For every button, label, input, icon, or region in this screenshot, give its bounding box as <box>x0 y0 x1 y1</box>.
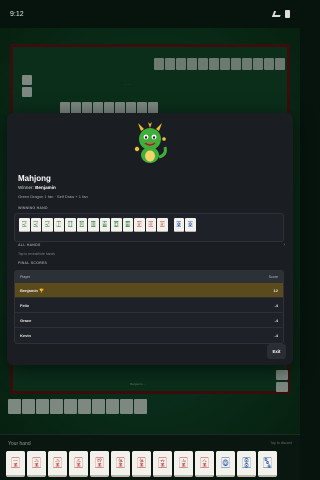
winning-hand-tile: 🀖 <box>99 218 110 232</box>
winning-hand-tiles: 🀐 🀐 🀐 🀑 🀓 🀔 🀕 🀖 🀗 🀘 🀅 🀅 🀅 🀙 🀙 <box>19 218 196 232</box>
winning-hand-tile: 🀔 <box>76 218 87 232</box>
player-name: Kevin <box>20 333 31 338</box>
player-column-header: Player <box>20 274 31 279</box>
right-player-tiles <box>276 370 288 392</box>
hand-tile[interactable]: 🀈 <box>27 451 46 477</box>
scores-header: Player Score <box>15 271 283 283</box>
table-row: Felix -4 <box>15 298 283 313</box>
chevron-right-icon[interactable]: › <box>283 242 285 248</box>
winning-hand-tile: 🀅 <box>145 218 156 232</box>
winner-name: Benjamin <box>35 185 56 190</box>
hand-tile[interactable]: 🀎 <box>195 451 214 477</box>
bottom-wall-tiles <box>8 399 147 414</box>
winning-hand-tile: 🀐 <box>42 218 53 232</box>
hand-tile[interactable]: 🀊 <box>90 451 109 477</box>
winning-hand-panel: 🀐 🀐 🀐 🀑 🀓 🀔 🀕 🀖 🀗 🀘 🀅 🀅 🀅 🀙 🀙 <box>14 213 284 242</box>
table-top-hint: ··· ··· <box>124 82 131 86</box>
winning-hand-tile: 🀘 <box>122 218 133 232</box>
winning-hand-tile: 🀓 <box>65 218 76 232</box>
table-bottom-hint: Benjamin ··· <box>130 382 147 386</box>
hand-tile[interactable]: 🀙 <box>216 451 235 477</box>
table-row: Kevin -4 <box>15 328 283 343</box>
player-name: Grace <box>20 317 32 323</box>
winning-hand-tile: 🀑 <box>53 218 64 232</box>
hand-tile[interactable]: 🀇 <box>6 451 25 477</box>
fan-breakdown: Green Dragon 1 fan · Self Draw + 1 fan <box>18 194 88 199</box>
player-hand-bar: Your hand Tap to discard 🀇 🀈 🀈 🀉 🀊 🀋 🀋 🀌 🀍 🀎 🀙 🀚 🀛 <box>0 434 300 480</box>
signal-icon <box>271 11 283 17</box>
winning-hand-tile: 🀅 <box>134 218 145 232</box>
winner-line: Winner: Benjamin <box>18 185 56 190</box>
hand-tile[interactable]: 🀚 <box>237 451 256 477</box>
player-score: 12 <box>273 287 278 293</box>
modal-title: Mahjong <box>18 174 51 183</box>
player-score: -4 <box>274 333 278 338</box>
hand-tile[interactable]: 🀛 <box>258 451 277 477</box>
left-player-tiles <box>22 75 32 97</box>
status-bar: 9:12 <box>0 0 300 28</box>
winning-hand-tile: 🀐 <box>19 218 30 232</box>
winning-hand-label: WINNING HAND <box>18 206 48 210</box>
winning-hand-tile: 🀅 <box>157 218 168 232</box>
hand-tiles: 🀇 🀈 🀈 🀉 🀊 🀋 🀋 🀌 🀍 🀎 🀙 🀚 🀛 <box>6 451 277 477</box>
player-score: -4 <box>274 317 278 323</box>
hand-tile[interactable]: 🀋 <box>111 451 130 477</box>
winning-hand-tile: 🀕 <box>88 218 99 232</box>
player-score: -4 <box>274 302 278 308</box>
table-center-hint: ··· ··· <box>130 96 137 100</box>
hand-tile[interactable]: 🀈 <box>48 451 67 477</box>
winning-hand-tile: 🀐 <box>30 218 41 232</box>
top-wall-tiles <box>154 58 285 70</box>
winning-hand-tile: 🀗 <box>111 218 122 232</box>
status-icons <box>271 10 290 18</box>
scores-table: Player Score Benjamin 🏆 12 Felix -4 Grac… <box>14 270 284 344</box>
game-over-modal: Mahjong Winner: Benjamin Green Dragon 1 … <box>7 113 293 365</box>
hand-tile[interactable]: 🀋 <box>132 451 151 477</box>
table-row: Benjamin 🏆 12 <box>15 283 283 298</box>
hand-label: Your hand <box>8 441 31 447</box>
player-name: Benjamin 🏆 <box>20 287 45 293</box>
dragon-mascot-icon <box>134 122 167 163</box>
winning-hand-tile: 🀙 <box>173 218 184 232</box>
player-name: Felix <box>20 302 30 308</box>
table-row: Grace -4 <box>15 313 283 328</box>
score-column-header: Score <box>268 274 278 279</box>
battery-icon <box>285 10 290 18</box>
hand-hint: Tap to discard <box>270 441 292 445</box>
hand-tile[interactable]: 🀍 <box>174 451 193 477</box>
status-time: 9:12 <box>10 10 24 18</box>
hand-tile[interactable]: 🀌 <box>153 451 172 477</box>
hand-tile[interactable]: 🀉 <box>69 451 88 477</box>
all-hands-label[interactable]: ALL HANDS <box>18 243 41 247</box>
final-scores-label: FINAL SCORES <box>18 261 48 265</box>
exit-button[interactable]: Exit <box>267 344 286 359</box>
all-hands-hint: Tap to reveal/hide hands <box>18 252 55 256</box>
winner-prefix: Winner: <box>18 185 34 190</box>
winning-hand-tile: 🀙 <box>185 218 196 232</box>
